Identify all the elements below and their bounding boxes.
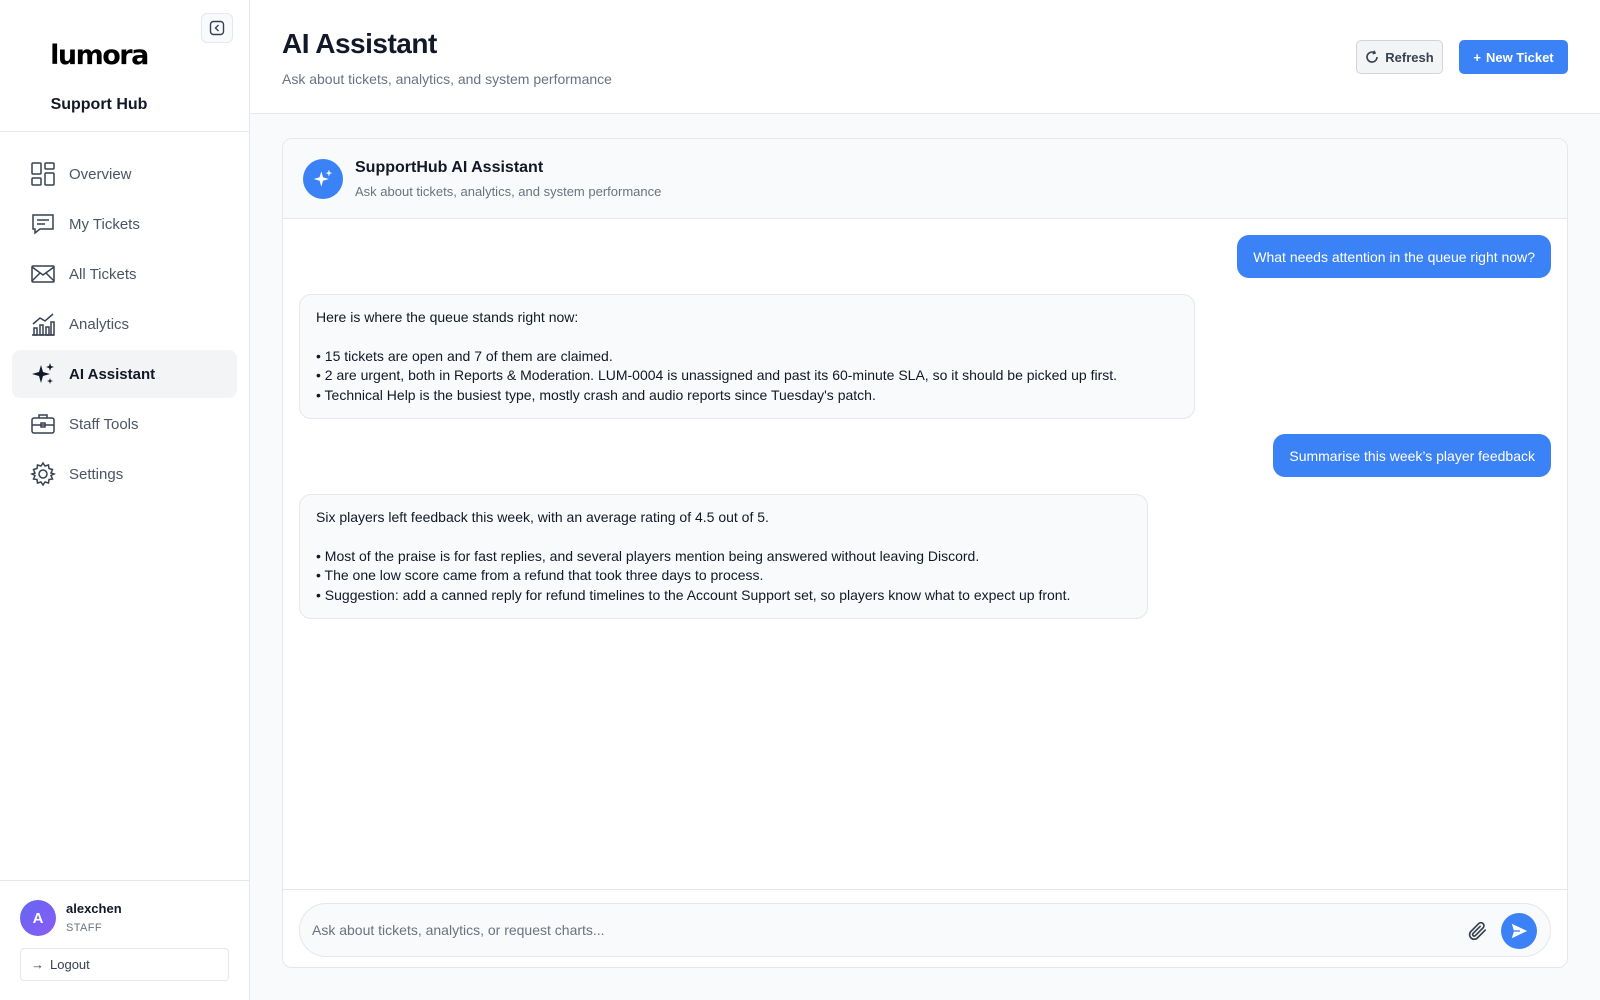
composer-box: [299, 903, 1551, 957]
briefcase-icon: [30, 411, 56, 437]
assistant-message-bullet: • Most of the praise is for fast replies…: [316, 547, 980, 564]
paperclip-icon: [1468, 921, 1487, 941]
chat-icon: [30, 211, 56, 237]
sidebar-item-label: AI Assistant: [69, 365, 156, 383]
sidebar-item-staff-tools[interactable]: Staff Tools: [12, 400, 237, 448]
user-panel: A alexchen STAFF → Logout: [0, 880, 249, 1000]
send-icon: [1511, 923, 1528, 939]
sidebar: lumora Support Hub Overview My Tickets A…: [0, 0, 250, 1000]
sidebar-item-label: Staff Tools: [69, 415, 139, 433]
sidebar-divider: [0, 131, 249, 132]
composer: [283, 889, 1567, 967]
sidebar-item-overview[interactable]: Overview: [12, 150, 237, 198]
sidebar-nav: Overview My Tickets All Tickets Analytic…: [12, 150, 237, 500]
logout-label: Logout: [50, 957, 90, 972]
assistant-message: Six players left feedback this week, wit…: [299, 494, 1148, 619]
chart-icon: [30, 311, 56, 337]
refresh-icon: [1366, 50, 1379, 63]
assistant-message-bullet: • 15 tickets are open and 7 of them are …: [316, 347, 613, 364]
page-title: AI Assistant: [282, 28, 437, 59]
logout-button[interactable]: → Logout: [20, 948, 229, 981]
sidebar-item-label: All Tickets: [69, 265, 137, 283]
assistant-avatar: [303, 159, 343, 199]
refresh-label: Refresh: [1385, 49, 1434, 65]
sidebar-item-all-tickets[interactable]: All Tickets: [12, 250, 237, 298]
username: alexchen: [66, 901, 122, 916]
sidebar-item-my-tickets[interactable]: My Tickets: [12, 200, 237, 248]
sparkle-icon: [313, 169, 333, 187]
dashboard-icon: [30, 161, 56, 187]
collapse-icon: [209, 20, 225, 36]
sidebar-item-label: Settings: [69, 465, 124, 483]
sidebar-item-ai-assistant[interactable]: AI Assistant: [12, 350, 237, 398]
sidebar-item-analytics[interactable]: Analytics: [12, 300, 237, 348]
refresh-button[interactable]: Refresh: [1356, 40, 1443, 74]
arrow-right-icon: →: [31, 957, 44, 972]
sidebar-item-label: My Tickets: [69, 215, 140, 233]
assistant-message-bullet: • 2 are urgent, both in Reports & Modera…: [316, 367, 1118, 383]
collapse-sidebar-button[interactable]: [201, 13, 233, 43]
page-header: AI Assistant Ask about tickets, analytic…: [250, 0, 1600, 114]
assistant-message-bullet: • The one low score came from a refund t…: [316, 567, 764, 583]
brand-subtitle: Support Hub: [50, 96, 148, 113]
mail-icon: [30, 261, 56, 287]
user-role: STAFF: [66, 922, 103, 934]
page-subtitle: Ask about tickets, analytics, and system…: [282, 71, 612, 87]
user-message: What needs attention in the queue right …: [1237, 235, 1551, 278]
sparkle-icon: [30, 361, 56, 387]
sidebar-item-label: Analytics: [69, 315, 130, 333]
user-message: Summarise this week’s player feedback: [1273, 434, 1551, 477]
sidebar-item-label: Overview: [69, 165, 132, 183]
gear-icon: [30, 461, 56, 487]
assistant-message-bullet: • Technical Help is the busiest type, mo…: [316, 386, 876, 403]
avatar: A: [20, 900, 56, 936]
message-list: What needs attention in the queue right …: [283, 219, 1567, 889]
sidebar-item-settings[interactable]: Settings: [12, 450, 237, 498]
new-ticket-button[interactable]: + New Ticket: [1459, 40, 1568, 74]
chat-subtitle: Ask about tickets, analytics, and system…: [355, 184, 662, 199]
message-input[interactable]: [312, 914, 1412, 946]
assistant-message: Here is where the queue stands right now…: [299, 294, 1195, 419]
send-button[interactable]: [1501, 913, 1537, 949]
assistant-message-intro: Six players left feedback this week, wit…: [316, 509, 769, 525]
chat-panel: SupportHub AI Assistant Ask about ticket…: [282, 138, 1568, 968]
new-ticket-label: New Ticket: [1485, 49, 1554, 65]
assistant-message-bullet: • Suggestion: add a canned reply for ref…: [316, 586, 1071, 603]
attach-button[interactable]: [1464, 918, 1490, 944]
brand-logo: lumora: [50, 40, 149, 71]
assistant-message-intro: Here is where the queue stands right now…: [316, 309, 579, 325]
chat-title: SupportHub AI Assistant: [355, 159, 544, 176]
plus-icon: +: [1473, 49, 1481, 65]
chat-header: SupportHub AI Assistant Ask about ticket…: [283, 139, 1567, 219]
